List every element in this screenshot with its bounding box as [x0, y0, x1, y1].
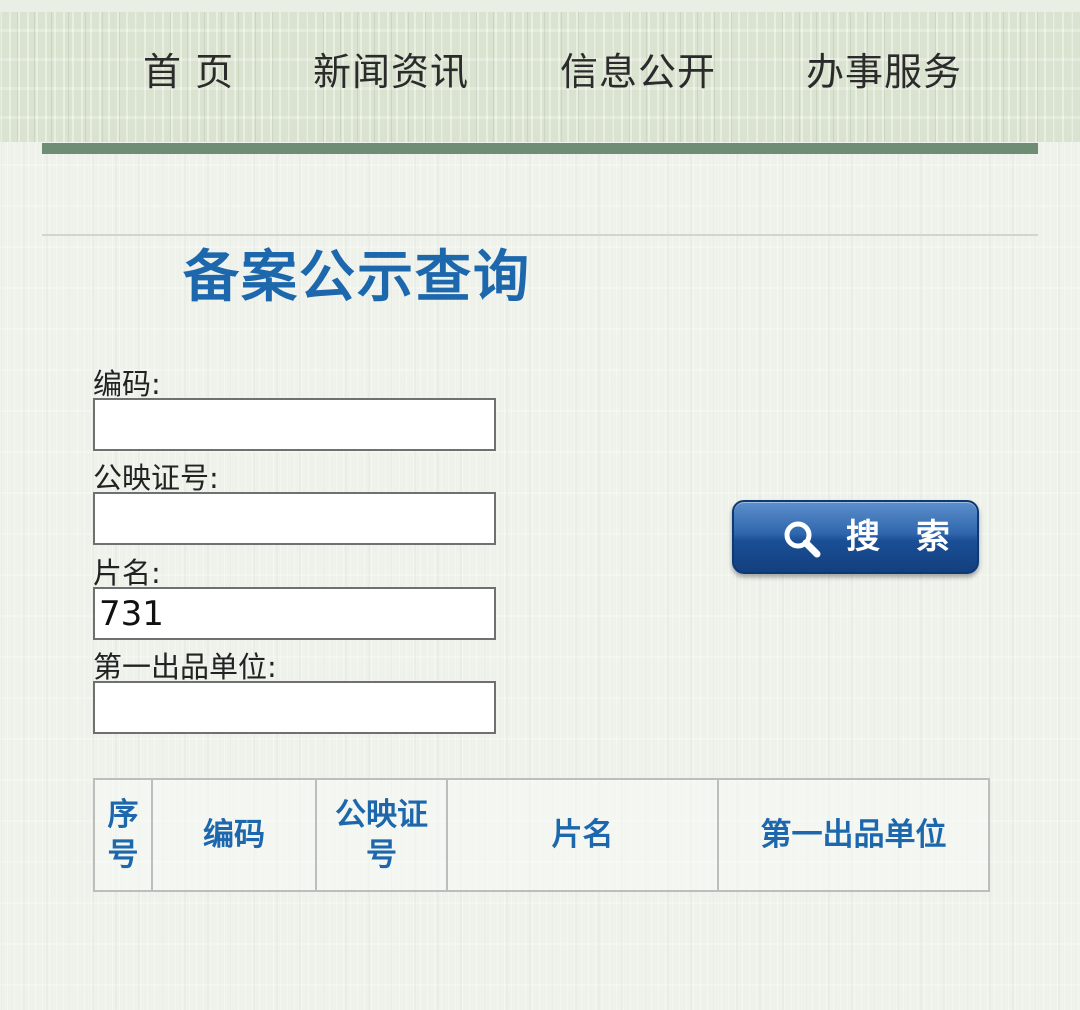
code-input[interactable] — [93, 398, 496, 451]
page-title: 备案公示查询 — [183, 245, 531, 310]
film-name-label: 片名: — [93, 556, 161, 590]
search-button[interactable]: 搜 索 — [732, 500, 979, 574]
col-header-producer: 第一出品单位 — [717, 778, 990, 892]
nav-underline-bar — [42, 143, 1038, 154]
search-button-label: 搜 索 — [846, 517, 962, 557]
code-label: 编码: — [93, 367, 161, 401]
producer-input[interactable] — [93, 681, 496, 734]
results-table: 序号 编码 公映证号 片名 第一出品单位 — [93, 778, 990, 892]
nav-item-home[interactable]: 首 页 — [143, 40, 234, 104]
nav-item-services[interactable]: 办事服务 — [806, 40, 962, 104]
license-input[interactable] — [93, 492, 496, 545]
table-header-row: 序号 编码 公映证号 片名 第一出品单位 — [93, 778, 990, 892]
col-header-code: 编码 — [151, 778, 317, 892]
film-name-input[interactable] — [93, 587, 496, 640]
producer-label: 第一出品单位: — [93, 650, 277, 684]
col-header-license: 公映证号 — [315, 778, 448, 892]
col-header-film-name: 片名 — [446, 778, 719, 892]
col-header-index: 序号 — [93, 778, 153, 892]
nav-item-info[interactable]: 信息公开 — [560, 40, 716, 104]
nav-item-news[interactable]: 新闻资讯 — [313, 40, 469, 104]
main-nav: 首 页 新闻资讯 信息公开 办事服务 — [0, 40, 1080, 104]
header-top-strip — [0, 0, 1080, 12]
license-label: 公映证号: — [93, 461, 219, 495]
search-icon — [784, 521, 821, 558]
